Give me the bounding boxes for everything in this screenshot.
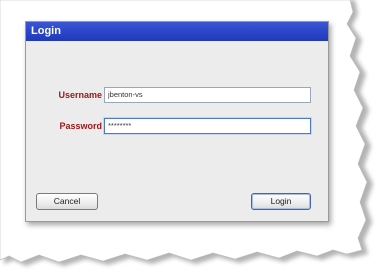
username-field[interactable]: jbenton-vs (104, 87, 311, 103)
password-row: Password ******** (26, 118, 328, 136)
username-row: Username jbenton-vs (26, 87, 328, 105)
password-label: Password (59, 121, 102, 131)
password-field[interactable]: ******** (104, 118, 311, 134)
username-label: Username (58, 90, 102, 100)
dialog-title: Login (26, 22, 328, 41)
login-dialog: Login Username jbenton-vs Password *****… (25, 21, 329, 222)
login-button[interactable]: Login (251, 193, 311, 210)
cancel-button[interactable]: Cancel (36, 193, 98, 210)
